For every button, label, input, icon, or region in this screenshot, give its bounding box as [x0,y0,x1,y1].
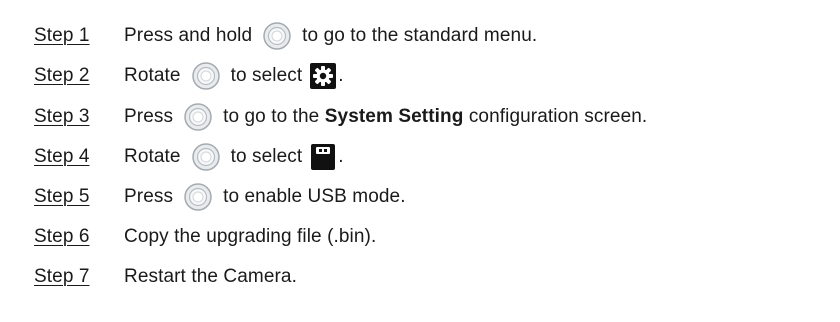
step-label: Step 6 [34,226,90,247]
step-text-part: to select [230,146,303,167]
upgrade-steps: Step 1 Press and hold to go to the stand… [0,0,840,322]
step-text-part: to go to the [223,106,320,127]
step-3: Step 3 Press to go to the System Setting… [0,97,840,137]
step-text: Press to go to the System Setting config… [124,102,647,132]
step-label: Step 5 [34,186,90,207]
step-label: Step 4 [34,146,90,167]
step-text-part: Press [124,106,174,127]
step-7: Step 7 Restart the Camera. [0,257,840,297]
step-text-part: . [338,146,344,167]
step-label: Step 2 [34,65,90,86]
step-text-part: Press [124,186,174,207]
step-1: Step 1 Press and hold to go to the stand… [0,16,840,56]
step-text-part: to enable USB mode. [223,186,406,207]
step-5: Step 5 Press to enable USB mode. [0,177,840,217]
step-text-part: to go to the standard menu. [302,25,538,46]
step-text-part: Rotate [124,146,181,167]
rotary-knob-icon [184,183,212,211]
step-text: Copy the upgrading file (.bin). [124,226,376,248]
step-text-part: Restart the Camera. [124,266,297,287]
step-text: Rotate to select . [124,142,344,172]
step-text-part: Rotate [124,65,181,86]
step-text: Restart the Camera. [124,266,297,288]
step-text: Rotate to select . [124,61,344,91]
step-text: Press to enable USB mode. [124,182,406,212]
step-text-part: configuration screen. [468,106,648,127]
rotary-knob-icon [263,22,291,50]
rotary-knob-icon [184,103,212,131]
step-label: Step 3 [34,106,90,127]
step-label: Step 1 [34,25,90,46]
step-6: Step 6 Copy the upgrading file (.bin). [0,217,840,257]
usb-storage-icon [311,144,336,170]
step-text-part: . [338,65,344,86]
step-label: Step 7 [34,266,90,287]
settings-gear-icon [310,63,337,89]
step-text-part: Press and hold [124,25,253,46]
step-text-part: to select [230,65,303,86]
menu-name-system-setting: System Setting [324,106,464,127]
step-4: Step 4 Rotate to select . [0,137,840,177]
step-text: Press and hold to go to the standard men… [124,21,537,51]
step-2: Step 2 Rotate to select . [0,56,840,96]
rotary-knob-icon [191,143,220,171]
rotary-knob-icon [191,62,220,90]
step-text-part: Copy the upgrading file (.bin). [124,226,377,247]
